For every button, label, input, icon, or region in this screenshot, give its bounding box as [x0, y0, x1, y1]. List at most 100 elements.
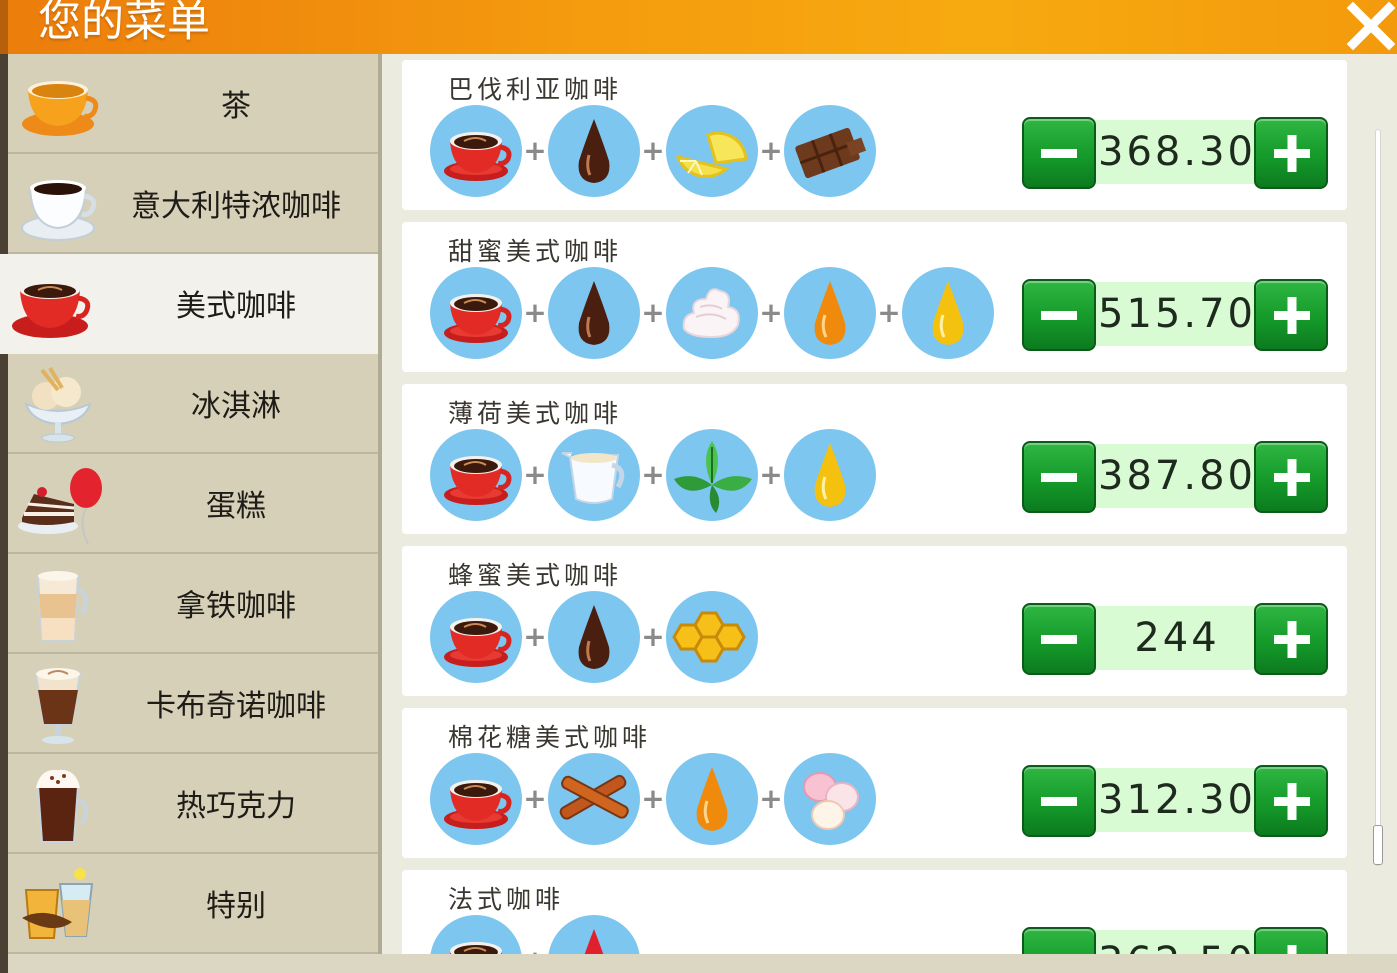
sidebar-item-label: 热巧克力	[176, 789, 296, 824]
title-bar: 您的菜单	[0, 0, 1397, 54]
sidebar-item-7[interactable]: 卡布奇诺咖啡	[8, 654, 378, 754]
coffee-cup-icon	[430, 429, 522, 525]
sidebar-item-6[interactable]: 拿铁咖啡	[8, 554, 378, 654]
increase-price-button[interactable]	[1254, 927, 1328, 954]
decrease-price-button[interactable]	[1022, 603, 1096, 675]
increase-price-button[interactable]	[1254, 117, 1328, 189]
milk-jug-icon	[548, 429, 640, 525]
ingredient-coffee-cup	[430, 267, 522, 359]
plus-sign-icon: +	[523, 458, 547, 491]
coffee-cup-icon	[430, 267, 522, 363]
coffee-drop-icon	[548, 267, 640, 363]
decrease-price-button[interactable]	[1022, 765, 1096, 837]
decrease-price-button[interactable]	[1022, 117, 1096, 189]
plus-icon	[1274, 621, 1310, 658]
ingredient-lemon-slice	[666, 105, 758, 197]
decrease-price-button[interactable]	[1022, 927, 1096, 954]
category-sidebar: 茶 意大利特浓咖啡 美式咖啡 冰淇淋 蛋糕 拿铁咖啡 卡布奇诺咖啡 热巧克力 特…	[0, 54, 386, 954]
sidebar-item-9[interactable]: 特别	[8, 854, 378, 954]
increase-price-button[interactable]	[1254, 765, 1328, 837]
recipe-card: 甜蜜美式咖啡 + + + + 515.70	[402, 222, 1347, 372]
increase-price-button[interactable]	[1254, 279, 1328, 351]
price-stepper: 515.70	[1022, 279, 1328, 351]
coffee-drop-icon	[548, 591, 640, 687]
sidebar-item-3[interactable]: 美式咖啡	[0, 254, 386, 354]
coffee-cup-icon	[430, 753, 522, 849]
sidebar-item-label: 意大利特浓咖啡	[131, 189, 341, 224]
ingredient-orange-syrup-drop	[784, 267, 876, 359]
ingredient-yellow-syrup-drop	[784, 429, 876, 521]
sidebar-item-label: 蛋糕	[206, 489, 266, 524]
ingredient-coffee-drop	[548, 267, 640, 359]
increase-price-button[interactable]	[1254, 441, 1328, 513]
recipe-name: 甜蜜美式咖啡	[448, 237, 623, 266]
bottom-bar	[8, 954, 1397, 973]
sidebar-item-label: 美式咖啡	[176, 289, 296, 324]
sidebar-item-label: 卡布奇诺咖啡	[146, 689, 326, 724]
price-value: 244	[1134, 615, 1220, 661]
sidebar-item-label: 拿铁咖啡	[176, 589, 296, 624]
recipe-card: 棉花糖美式咖啡 + + + 312.30	[402, 708, 1347, 858]
recipe-name: 巴伐利亚咖啡	[448, 75, 623, 104]
sidebar-item-4[interactable]: 冰淇淋	[8, 354, 378, 454]
yellow-syrup-drop-icon	[784, 429, 876, 525]
decrease-price-button[interactable]	[1022, 441, 1096, 513]
price-stepper: 362.50	[1022, 927, 1328, 954]
recipe-list: 巴伐利亚咖啡 + + + 368.30 甜蜜美式咖啡 + + + + 515.7…	[382, 54, 1397, 954]
minus-icon	[1041, 311, 1077, 320]
minus-icon	[1041, 635, 1077, 644]
sidebar-item-label: 茶	[221, 89, 251, 124]
mint-leaves-icon	[666, 429, 758, 525]
ingredient-chocolate-bar	[784, 105, 876, 197]
americano-cup-icon	[6, 260, 96, 350]
marshmallows-icon	[784, 753, 876, 849]
minus-icon	[1041, 797, 1077, 806]
orange-syrup-drop-icon	[666, 753, 758, 849]
menu-title: 您的菜单	[38, 0, 210, 47]
price-stepper: 244	[1022, 603, 1328, 675]
price-value: 312.30	[1098, 777, 1256, 823]
ingredient-coffee-drop	[548, 105, 640, 197]
plus-sign-icon: +	[759, 296, 783, 329]
special-drinks-icon	[14, 860, 104, 950]
ingredient-coffee-drop	[548, 591, 640, 683]
plus-sign-icon: +	[522, 946, 548, 955]
sidebar-item-label: 冰淇淋	[191, 389, 281, 424]
price-value: 387.80	[1098, 453, 1256, 499]
yellow-syrup-drop-icon	[902, 267, 994, 363]
minus-icon	[1041, 149, 1077, 158]
plus-icon	[1274, 135, 1310, 172]
honeycomb-icon	[666, 591, 758, 687]
ingredient-coffee-cup	[430, 105, 522, 197]
cake-with-balloon-icon	[14, 460, 104, 550]
chocolate-bar-icon	[784, 105, 876, 201]
sidebar-item-label: 特别	[206, 889, 266, 924]
close-button[interactable]	[1345, 0, 1397, 52]
increase-price-button[interactable]	[1254, 603, 1328, 675]
plus-icon	[1287, 945, 1297, 954]
ingredient-mint-leaves	[666, 429, 758, 521]
price-stepper: 312.30	[1022, 765, 1328, 837]
coffee-cup-icon	[430, 915, 522, 954]
ingredient-orange-syrup-drop	[666, 753, 758, 845]
sidebar-item-5[interactable]: 蛋糕	[8, 454, 378, 554]
minus-icon	[1024, 929, 1098, 954]
sidebar-item-2[interactable]: 意大利特浓咖啡	[8, 154, 378, 254]
plus-sign-icon: +	[523, 134, 547, 167]
coffee-cup-icon	[430, 591, 522, 687]
sidebar-item-1[interactable]: 茶	[8, 54, 378, 154]
ingredient-milk-jug	[548, 429, 640, 521]
decrease-price-button[interactable]	[1022, 279, 1096, 351]
recipe-name: 棉花糖美式咖啡	[448, 723, 652, 752]
ingredient-coffee-cup	[430, 915, 522, 954]
plus-sign-icon: +	[523, 296, 547, 329]
ingredient-coffee-cup	[430, 429, 522, 521]
hot-chocolate-icon	[14, 760, 104, 850]
ingredient-yellow-syrup-drop	[902, 267, 994, 359]
ingredient-honeycomb	[666, 591, 758, 683]
sidebar-item-8[interactable]: 热巧克力	[8, 754, 378, 854]
plus-sign-icon: +	[641, 458, 665, 491]
ice-cream-icon	[14, 360, 104, 450]
scrollbar-thumb[interactable]	[1373, 825, 1383, 865]
recipe-list-scrollbar[interactable]	[1373, 130, 1383, 865]
